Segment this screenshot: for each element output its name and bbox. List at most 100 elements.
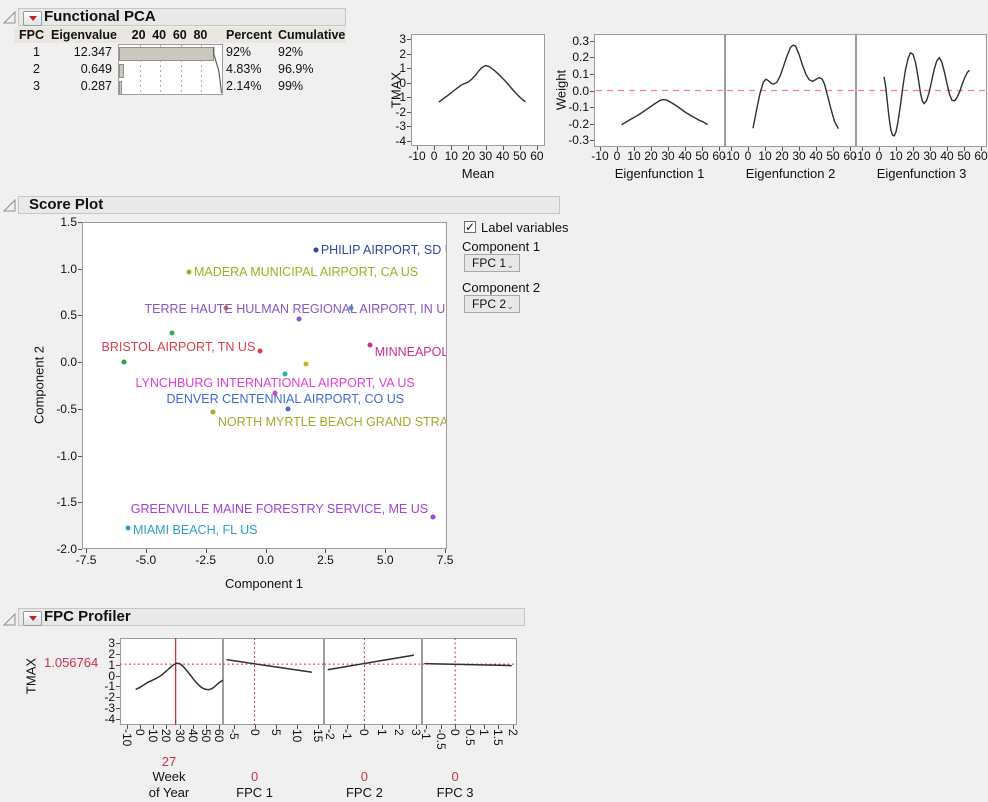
table-cell-percent[interactable]: 92%	[226, 44, 274, 61]
y-tick-mark	[116, 643, 120, 644]
disclosure-triangle-icon[interactable]	[3, 199, 16, 212]
y-tick-mark	[590, 74, 594, 75]
table-cell-cumulative[interactable]: 92%	[278, 44, 338, 61]
y-tick-mark	[78, 315, 82, 316]
col-header-eigenvalue: Eigenvalue	[48, 27, 117, 43]
table-cell-eigenvalue[interactable]: 12.347	[48, 44, 112, 61]
y-tick-mark	[116, 719, 120, 720]
scatter-point[interactable]	[170, 331, 175, 336]
red-triangle-icon	[29, 616, 37, 621]
x-tick-label: 10	[146, 729, 159, 742]
scatter-point[interactable]	[258, 348, 263, 353]
y-tick-mark	[78, 269, 82, 270]
scatter-point[interactable]	[125, 526, 130, 531]
y-tick-label: 0.0	[559, 85, 589, 98]
y-tick-label: 2	[376, 48, 406, 61]
scatter-point-label: GREENVILLE MAINE FORESTRY SERVICE, ME US	[131, 502, 428, 516]
y-tick-mark	[116, 676, 120, 677]
profiler-panel-svg	[324, 638, 422, 725]
x-tick-label: 5	[269, 729, 282, 736]
y-tick-mark	[116, 708, 120, 709]
profiler-factor-value: 0	[361, 769, 368, 784]
component1-dropdown[interactable]: FPC 1⌄	[464, 254, 520, 272]
x-tick-label: 20	[462, 150, 475, 163]
x-tick-label: 0	[133, 729, 146, 736]
x-tick-label: 1	[375, 729, 388, 736]
x-tick-label: -1	[419, 729, 432, 740]
x-tick-label: 0.0	[257, 554, 274, 567]
y-tick-mark	[78, 409, 82, 410]
y-tick-label: 0	[376, 77, 406, 90]
y-tick-mark	[78, 456, 82, 457]
table-cell-fpc[interactable]: 1	[14, 44, 40, 61]
y-tick-mark	[116, 686, 120, 687]
table-cell-fpc[interactable]: 2	[14, 61, 40, 78]
y-tick-label: 3	[376, 33, 406, 46]
y-tick-label: -0.2	[559, 118, 589, 131]
x-tick-label: 0	[431, 150, 438, 163]
eigenfunction-panel-label: Eigenfunction 3	[877, 166, 967, 181]
table-cell-cumulative[interactable]: 96.9%	[278, 61, 338, 78]
scatter-point[interactable]	[297, 317, 302, 322]
table-cell-percent[interactable]: 4.83%	[226, 61, 274, 78]
table-cell-eigenvalue[interactable]: 0.649	[48, 61, 112, 78]
table-cell-percent[interactable]: 2.14%	[226, 78, 274, 95]
scatter-point[interactable]	[367, 343, 372, 348]
scatter-point[interactable]	[210, 409, 215, 414]
x-tick-label: 0.5	[463, 729, 476, 746]
profiler-factor-name: FPC 1	[236, 785, 273, 800]
table-cell-cumulative[interactable]: 99%	[278, 78, 338, 95]
scatter-point-label: NORTH MYRTLE BEACH GRAND STRAND AI	[218, 415, 446, 429]
scatter-point[interactable]	[286, 406, 291, 411]
table-cell-eigenvalue[interactable]: 0.287	[48, 78, 112, 95]
scatter-point[interactable]	[313, 248, 318, 253]
y-tick-mark	[407, 39, 411, 40]
bar-axis-label: 40	[152, 27, 166, 43]
y-tick-label: -2	[376, 106, 406, 119]
x-tick-label: 10	[627, 150, 640, 163]
x-tick-label: -5	[227, 729, 240, 740]
y-tick-label: 0.2	[559, 51, 589, 64]
y-tick-mark	[116, 665, 120, 666]
y-tick-label: 1.5	[47, 216, 77, 229]
y-tick-mark	[407, 97, 411, 98]
scatter-point[interactable]	[186, 269, 191, 274]
x-tick-label: 1	[477, 729, 490, 736]
component1-dropdown-value: FPC 1	[472, 256, 506, 270]
y-tick-label: 1	[376, 62, 406, 75]
x-tick-label: 30	[661, 150, 674, 163]
scatter-point[interactable]	[304, 362, 309, 367]
x-tick-label: 40	[809, 150, 822, 163]
disclosure-triangle-icon[interactable]	[3, 613, 16, 626]
component2-label: Component 2	[462, 280, 540, 295]
label-variables-checkbox[interactable]: ✓	[464, 221, 476, 233]
x-tick-label: 40	[678, 150, 691, 163]
y-tick-mark	[407, 83, 411, 84]
y-tick-label: -4	[376, 135, 406, 148]
mean-xlabel: Mean	[462, 166, 495, 181]
jmp-report-window: Functional PCA FPC Eigenvalue Percent Cu…	[0, 0, 988, 802]
score-plot-area: PHILIP AIRPORT, SD USMADERA MUNICIPAL AI…	[83, 223, 446, 548]
profiler-factor-value: 27	[162, 754, 176, 769]
x-tick-label: 40	[496, 150, 509, 163]
y-tick-label: -4	[85, 713, 115, 726]
x-tick-label: 50	[826, 150, 839, 163]
profiler-menu-button[interactable]	[23, 611, 42, 626]
table-cell-fpc[interactable]: 3	[14, 78, 40, 95]
x-tick-label: 30	[173, 729, 186, 742]
eigenfunction-curve	[594, 34, 725, 147]
component2-dropdown[interactable]: FPC 2⌄	[464, 295, 520, 313]
x-tick-label: -0.5	[434, 729, 447, 750]
y-tick-mark	[590, 41, 594, 42]
y-tick-label: -3	[376, 120, 406, 133]
fpca-menu-button[interactable]	[23, 11, 42, 26]
scatter-point[interactable]	[431, 515, 436, 520]
component2-dropdown-value: FPC 2	[472, 297, 506, 311]
x-tick-label: 30	[792, 150, 805, 163]
x-tick-label: 60	[530, 150, 543, 163]
y-tick-mark	[78, 549, 82, 550]
score-ylabel: Component 2	[32, 346, 47, 424]
scatter-point[interactable]	[122, 360, 127, 365]
disclosure-triangle-icon[interactable]	[3, 11, 16, 24]
col-header-fpc: FPC	[14, 27, 44, 43]
